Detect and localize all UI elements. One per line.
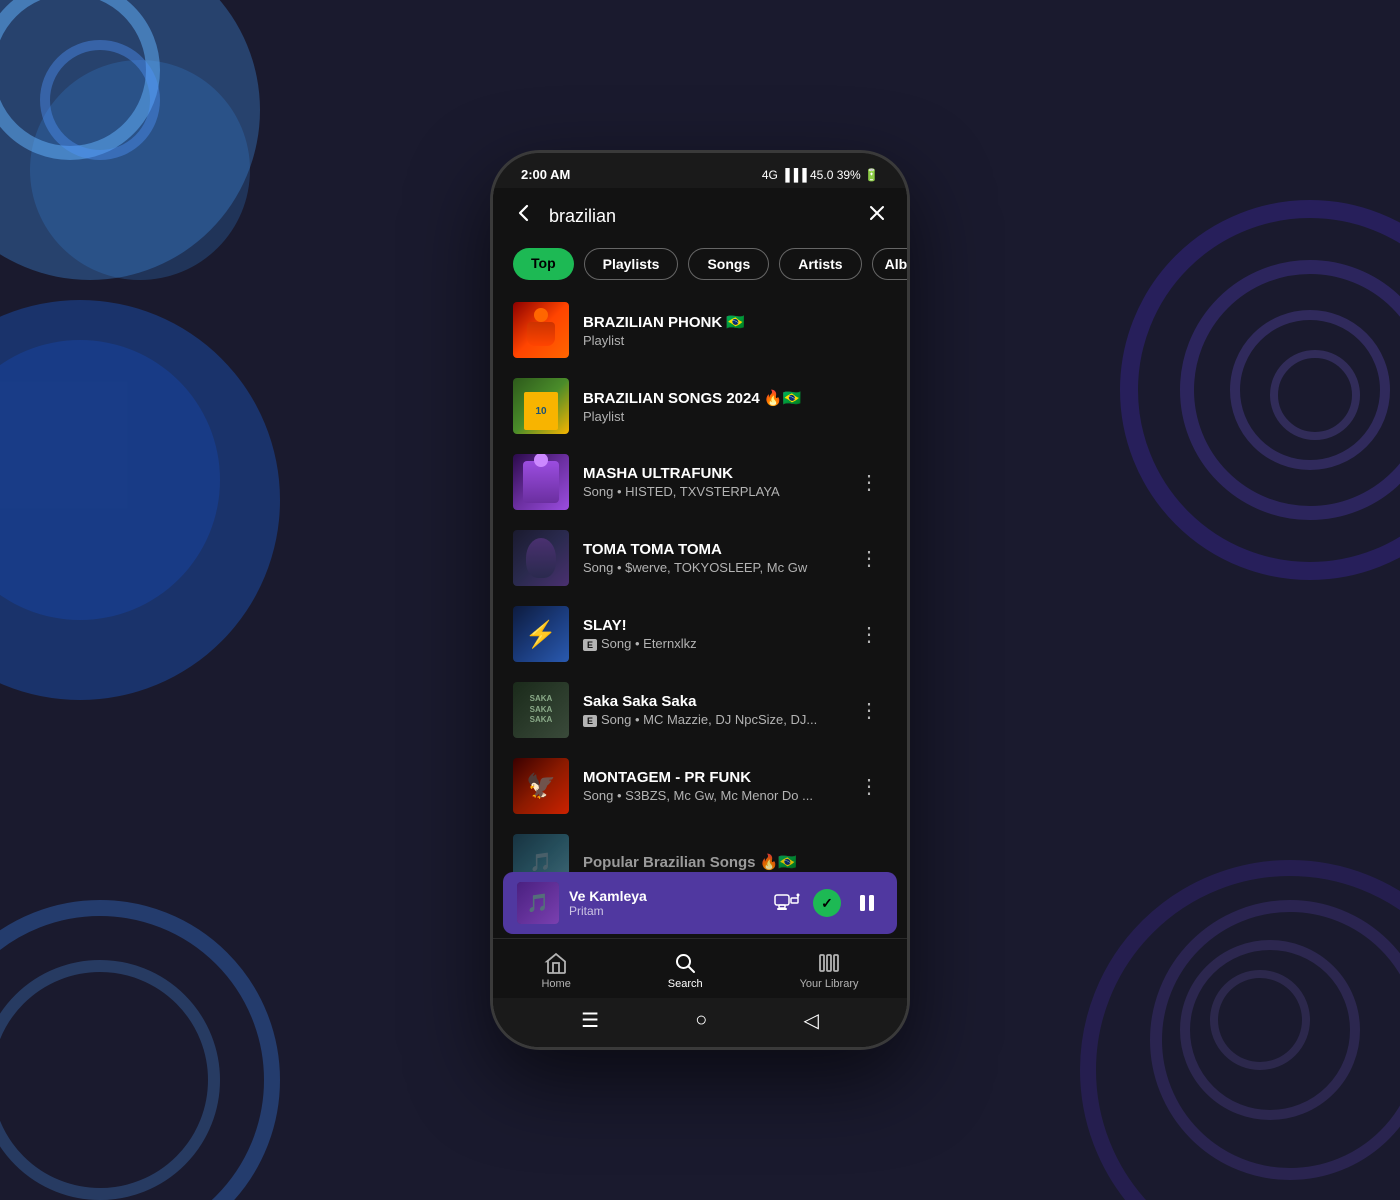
nav-home-label: Home xyxy=(541,978,570,990)
now-playing-title: Ve Kamleya xyxy=(569,888,761,904)
result-title-slay: SLAY! xyxy=(583,617,837,634)
artwork-toma xyxy=(513,530,569,586)
result-item-toma[interactable]: TOMA TOMA TOMA Song • $werve, TOKYOSLEEP… xyxy=(493,520,907,596)
system-menu-button[interactable]: ☰ xyxy=(581,1008,599,1033)
result-title-montagem: MONTAGEM - PR FUNK xyxy=(583,769,837,786)
connect-device-button[interactable] xyxy=(771,887,803,919)
more-options-toma[interactable]: ⋮ xyxy=(851,542,887,575)
search-query[interactable]: brazilian xyxy=(549,206,853,227)
result-item-popular[interactable]: 🎵 Popular Brazilian Songs 🔥🇧🇷 xyxy=(493,824,907,872)
result-title-phonk: BRAZILIAN PHONK 🇧🇷 xyxy=(583,313,887,331)
filter-tab-top[interactable]: Top xyxy=(513,248,574,280)
result-item-saka[interactable]: SAKASAKASAKA Saka Saka Saka ESong • MC M… xyxy=(493,672,907,748)
filter-tab-artists[interactable]: Artists xyxy=(779,248,861,280)
close-search-button[interactable] xyxy=(867,203,887,229)
status-icons: 4G ▐▐▐ 45.0 39% 🔋 xyxy=(762,168,879,182)
result-info-slay: SLAY! ESong • Eternxlkz xyxy=(583,617,837,651)
explicit-badge-slay: E xyxy=(583,639,597,651)
result-info-songs2024: BRAZILIAN SONGS 2024 🔥🇧🇷 Playlist xyxy=(583,389,887,424)
more-options-montagem[interactable]: ⋮ xyxy=(851,770,887,803)
nav-search[interactable]: Search xyxy=(648,947,723,994)
filter-tab-albums[interactable]: Albu xyxy=(872,248,907,280)
now-playing-info: Ve Kamleya Pritam xyxy=(569,888,761,918)
artwork-masha xyxy=(513,454,569,510)
nav-search-label: Search xyxy=(668,978,703,990)
result-title-masha: MASHA ULTRAFUNK xyxy=(583,465,837,482)
status-time: 2:00 AM xyxy=(521,167,570,182)
nav-home[interactable]: Home xyxy=(521,947,590,994)
explicit-badge-saka: E xyxy=(583,715,597,727)
system-back-button[interactable]: ◁ xyxy=(804,1008,819,1033)
result-subtitle-masha: Song • HISTED, TXVSTERPLAYA xyxy=(583,484,837,499)
artwork-phonk xyxy=(513,302,569,358)
result-info-saka: Saka Saka Saka ESong • MC Mazzie, DJ Npc… xyxy=(583,693,837,727)
bottom-nav: Home Search Your Library xyxy=(493,938,907,998)
result-title-popular: Popular Brazilian Songs 🔥🇧🇷 xyxy=(583,853,887,871)
artwork-montagem: 🦅 xyxy=(513,758,569,814)
filter-tab-playlists[interactable]: Playlists xyxy=(584,248,679,280)
result-title-toma: TOMA TOMA TOMA xyxy=(583,541,837,558)
phone-frame: 2:00 AM 4G ▐▐▐ 45.0 39% 🔋 brazilian xyxy=(490,150,910,1050)
app-content: brazilian Top Playlists Songs Artists xyxy=(493,188,907,1047)
result-item-slay[interactable]: ⚡ SLAY! ESong • Eternxlkz ⋮ xyxy=(493,596,907,672)
result-info-toma: TOMA TOMA TOMA Song • $werve, TOKYOSLEEP… xyxy=(583,541,837,575)
result-subtitle-songs2024: Playlist xyxy=(583,409,887,424)
nav-library-label: Your Library xyxy=(800,978,859,990)
result-subtitle-saka: ESong • MC Mazzie, DJ NpcSize, DJ... xyxy=(583,712,837,727)
now-playing-artist: Pritam xyxy=(569,904,761,918)
results-list: BRAZILIAN PHONK 🇧🇷 Playlist 10 BRAZILIAN… xyxy=(493,292,907,872)
status-bar: 2:00 AM 4G ▐▐▐ 45.0 39% 🔋 xyxy=(493,153,907,188)
result-info-popular: Popular Brazilian Songs 🔥🇧🇷 xyxy=(583,853,887,871)
jersey-art: 10 xyxy=(524,392,558,430)
result-item-masha[interactable]: MASHA ULTRAFUNK Song • HISTED, TXVSTERPL… xyxy=(493,444,907,520)
more-options-masha[interactable]: ⋮ xyxy=(851,466,887,499)
filter-tabs: Top Playlists Songs Artists Albu xyxy=(493,240,907,292)
result-subtitle-montagem: Song • S3BZS, Mc Gw, Mc Menor Do ... xyxy=(583,788,837,803)
now-playing-artwork: 🎵 xyxy=(517,882,559,924)
filter-tab-songs[interactable]: Songs xyxy=(688,248,769,280)
result-info-phonk: BRAZILIAN PHONK 🇧🇷 Playlist xyxy=(583,313,887,348)
result-subtitle-slay: ESong • Eternxlkz xyxy=(583,636,837,651)
back-button[interactable] xyxy=(513,202,535,230)
result-info-masha: MASHA ULTRAFUNK Song • HISTED, TXVSTERPL… xyxy=(583,465,837,499)
battery-indicator: 4G ▐▐▐ 45.0 39% 🔋 xyxy=(762,168,879,182)
result-item-songs2024[interactable]: 10 BRAZILIAN SONGS 2024 🔥🇧🇷 Playlist xyxy=(493,368,907,444)
result-subtitle-phonk: Playlist xyxy=(583,333,887,348)
result-item-phonk[interactable]: BRAZILIAN PHONK 🇧🇷 Playlist xyxy=(493,292,907,368)
artwork-songs2024: 10 xyxy=(513,378,569,434)
liked-button[interactable]: ✓ xyxy=(813,889,841,917)
more-options-slay[interactable]: ⋮ xyxy=(851,618,887,651)
pause-button[interactable] xyxy=(851,887,883,919)
system-home-button[interactable]: ○ xyxy=(695,1009,707,1032)
artwork-slay: ⚡ xyxy=(513,606,569,662)
result-item-montagem[interactable]: 🦅 MONTAGEM - PR FUNK Song • S3BZS, Mc Gw… xyxy=(493,748,907,824)
result-title-songs2024: BRAZILIAN SONGS 2024 🔥🇧🇷 xyxy=(583,389,887,407)
search-header: brazilian xyxy=(493,188,907,240)
now-playing-controls: ✓ xyxy=(771,887,883,919)
artwork-popular: 🎵 xyxy=(513,834,569,872)
result-title-saka: Saka Saka Saka xyxy=(583,693,837,710)
more-options-saka[interactable]: ⋮ xyxy=(851,694,887,727)
result-info-montagem: MONTAGEM - PR FUNK Song • S3BZS, Mc Gw, … xyxy=(583,769,837,803)
now-playing-bar[interactable]: 🎵 Ve Kamleya Pritam ✓ xyxy=(503,872,897,934)
nav-library[interactable]: Your Library xyxy=(780,947,879,994)
system-nav: ☰ ○ ◁ xyxy=(493,998,907,1047)
artwork-saka: SAKASAKASAKA xyxy=(513,682,569,738)
result-subtitle-toma: Song • $werve, TOKYOSLEEP, Mc Gw xyxy=(583,560,837,575)
